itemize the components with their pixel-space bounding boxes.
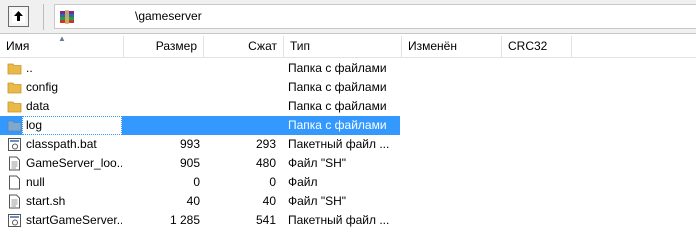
file-packed [204,78,276,97]
file-size: 40 [186,194,200,208]
address-path-text: \gameserver [135,9,202,23]
file-type: Папка с файлами [288,61,387,75]
text-file-icon [9,156,20,171]
address-path-field[interactable]: \gameserver [54,4,696,29]
file-name: data [26,99,50,113]
file-size: 905 [179,156,200,170]
file-size [124,78,200,97]
file-type: Папка с файлами [288,99,387,113]
file-packed: 541 [255,213,276,227]
column-header-crc-label: CRC32 [508,39,548,53]
file-type: Файл [288,175,318,189]
text-file-icon [9,194,20,209]
column-header-row: Имя ▲ Размер Сжат Тип Изменён CRC32 [0,34,696,58]
file-size [124,97,200,116]
file-packed: 0 [269,175,276,189]
file-row-startgameserver[interactable]: startGameServer... 1 285 541 Пакетный фа… [0,211,400,230]
file-type: Папка с файлами [288,118,387,132]
batch-file-icon [8,138,21,151]
file-row-gameserver-loop[interactable]: GameServer_loo... 905 480 Файл "SH" [0,154,400,173]
folder-icon [7,120,22,132]
batch-file-icon [8,214,21,227]
file-size [124,59,200,78]
column-header-type[interactable]: Тип [284,36,402,57]
file-name: .. [26,61,33,75]
file-type: Пакетный файл ... [288,213,390,227]
column-header-modified-label: Изменён [408,39,457,53]
file-packed: 40 [262,194,276,208]
column-header-packed-label: Сжат [248,39,277,53]
file-name: GameServer_loo... [26,156,122,170]
file-packed: 480 [255,156,276,170]
file-name: classpath.bat [26,137,97,151]
file-type: Файл "SH" [288,156,347,170]
column-header-name-label: Имя [6,39,30,53]
file-row-config[interactable]: config Папка с файлами [0,78,400,97]
file-row-start-sh[interactable]: start.sh 40 40 Файл "SH" [0,192,400,211]
file-row-data[interactable]: data Папка с файлами [0,97,400,116]
column-header-type-label: Тип [290,39,311,53]
column-header-name[interactable]: Имя ▲ [0,34,124,57]
sort-ascending-icon: ▲ [58,34,66,43]
file-size: 993 [179,137,200,151]
toolbar-separator [43,4,44,30]
address-bar: \gameserver [0,0,696,34]
file-name: null [26,175,45,189]
file-size: 1 285 [169,213,200,227]
column-header-size[interactable]: Размер [124,36,204,57]
folder-icon [7,63,22,75]
file-packed [204,59,276,78]
file-name: log [26,118,43,132]
file-size: 0 [193,175,200,189]
file-type: Папка с файлами [288,80,387,94]
file-type: Пакетный файл ... [288,137,390,151]
file-type: Файл "SH" [288,194,347,208]
archive-icon [60,10,74,24]
file-name: start.sh [26,194,66,208]
blank-file-icon [9,175,20,190]
file-row-log[interactable]: log Папка с файлами [0,116,400,135]
column-header-size-label: Размер [155,39,197,53]
file-name: startGameServer... [26,213,122,227]
file-packed [204,97,276,116]
column-header-packed[interactable]: Сжат [204,36,284,57]
folder-icon [7,82,22,94]
up-folder-button[interactable] [8,6,29,27]
file-name: config [26,80,59,94]
column-header-modified[interactable]: Изменён [402,36,502,57]
file-packed: 293 [255,137,276,151]
file-size [124,116,200,135]
file-row-parent[interactable]: .. Папка с файлами [0,59,400,78]
column-header-crc[interactable]: CRC32 [502,36,572,57]
up-arrow-icon [12,10,25,23]
file-row-classpath-bat[interactable]: classpath.bat 993 293 Пакетный файл ... [0,135,400,154]
file-packed [204,116,276,135]
file-row-null[interactable]: null 0 0 Файл [0,173,400,192]
folder-icon [7,101,22,113]
